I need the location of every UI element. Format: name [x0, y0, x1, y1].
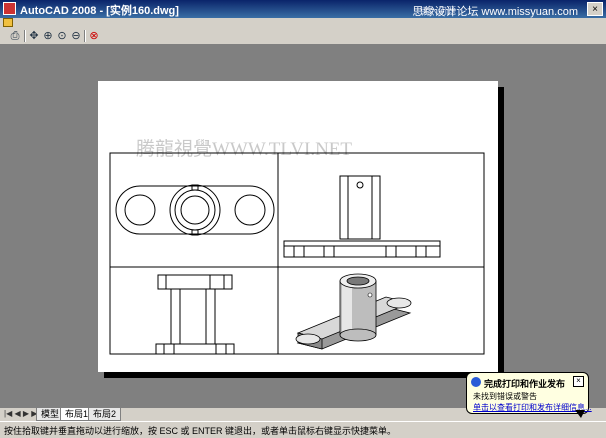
- pan-icon[interactable]: ✥: [27, 29, 41, 43]
- notification-close-icon[interactable]: ×: [573, 376, 584, 387]
- print-icon[interactable]: ⎙: [8, 29, 22, 43]
- status-bar: 按住拾取键并垂直拖动以进行缩放，按 ESC 或 ENTER 键退出，或者单击鼠标…: [0, 421, 606, 438]
- window-close-button[interactable]: ×: [587, 2, 603, 16]
- menu-row: [0, 18, 606, 28]
- drawing-watermark: 腾龍視覺WWW.TLVI.NET: [136, 138, 352, 160]
- close-preview-icon[interactable]: ⊗: [87, 29, 101, 43]
- balloon-pointer: [575, 410, 585, 418]
- status-text: 按住拾取键并垂直拖动以进行缩放，按 ESC 或 ENTER 键退出，或者单击鼠标…: [4, 426, 397, 436]
- plot-notification-balloon: 完成打印和作业发布 × 未找到错误或警告 单击以查看打印和发布详细信息...: [466, 372, 592, 414]
- window-titlebar: AutoCAD 2008 - [实例160.dwg] 键入问题 思缘设计论坛 w…: [0, 0, 606, 18]
- top-view: [115, 184, 275, 236]
- preview-toolbar: ⎙ ✥ ⊕ ⊙ ⊖ ⊗: [0, 28, 606, 45]
- drawing-frame: [109, 152, 485, 355]
- tab-layout2[interactable]: 布局2: [88, 408, 122, 421]
- site-watermark: 思缘设计论坛 www.missyuan.com: [412, 6, 578, 18]
- isometric-view: [295, 273, 412, 350]
- tab-navigation[interactable]: |◀ ◀ ▶ ▶|: [4, 409, 39, 418]
- notification-message: 未找到错误或警告: [473, 392, 537, 401]
- side-view: [155, 274, 235, 355]
- plot-preview-area[interactable]: 腾龍視覺WWW.TLVI.NET: [0, 45, 606, 407]
- paper-sheet: 腾龍視覺WWW.TLVI.NET: [98, 81, 498, 372]
- info-icon: [471, 377, 481, 387]
- toolbar-separator: [84, 30, 86, 42]
- toolbar-separator: [24, 30, 26, 42]
- front-view: [283, 175, 441, 258]
- zoom-window-icon[interactable]: ⊙: [55, 29, 69, 43]
- window-title: AutoCAD 2008 - [实例160.dwg]: [20, 5, 179, 17]
- autocad-app-icon[interactable]: [3, 2, 16, 15]
- drawing-views: 腾龍視覺WWW.TLVI.NET: [109, 138, 485, 355]
- zoom-previous-icon[interactable]: ⊖: [69, 29, 83, 43]
- notification-title: 完成打印和作业发布: [484, 379, 566, 389]
- zoom-realtime-icon[interactable]: ⊕: [41, 29, 55, 43]
- document-menu-icon[interactable]: [3, 18, 13, 27]
- notification-details-link[interactable]: 单击以查看打印和发布详细信息...: [473, 402, 592, 413]
